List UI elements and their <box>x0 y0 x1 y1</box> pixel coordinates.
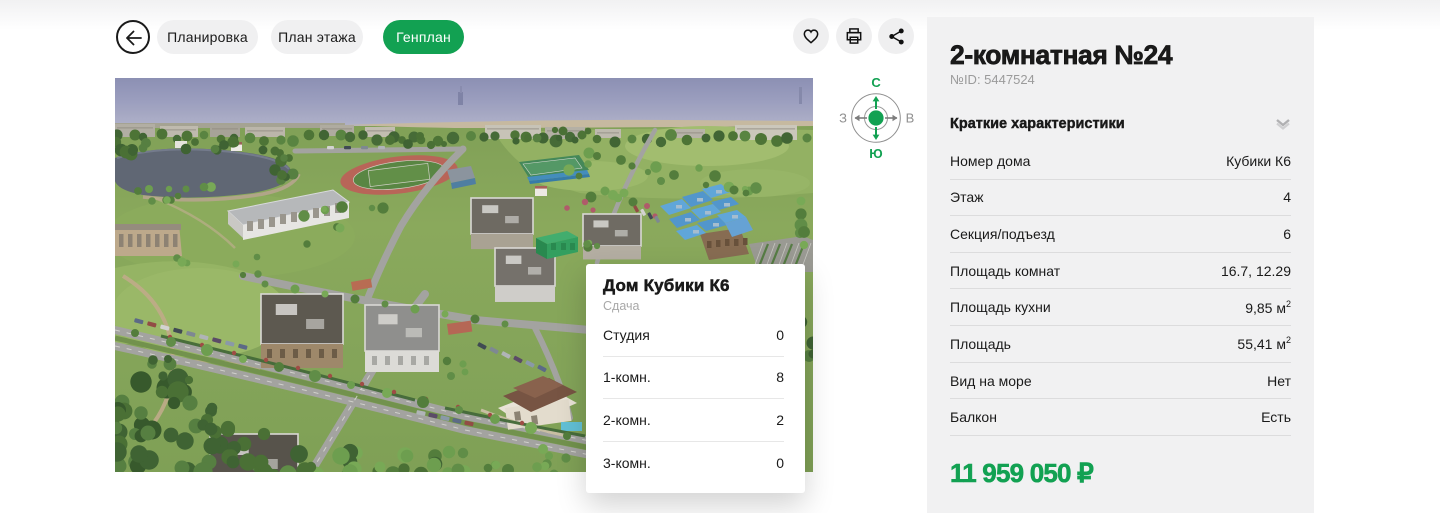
svg-text:В: В <box>906 111 915 126</box>
svg-text:С: С <box>871 75 881 90</box>
svg-text:З: З <box>839 111 847 126</box>
svg-text:Ю: Ю <box>869 146 882 161</box>
